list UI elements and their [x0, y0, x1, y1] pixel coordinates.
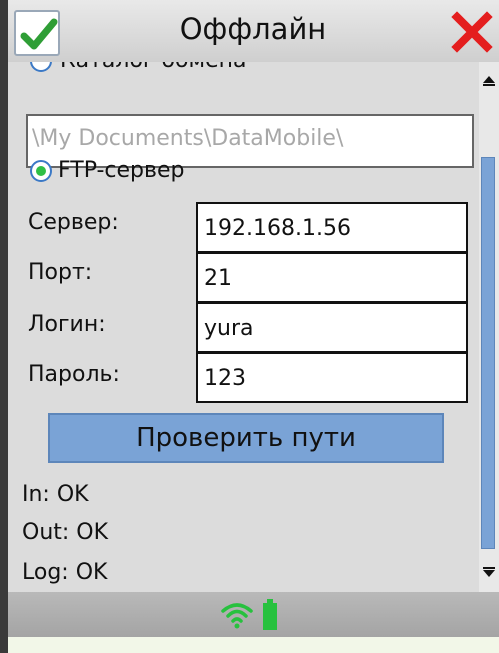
scroll-up-icon[interactable]: [481, 72, 497, 88]
server-input[interactable]: 192.168.1.56: [196, 202, 468, 253]
window-title: Оффлайн: [179, 12, 327, 46]
close-button[interactable]: [448, 8, 496, 56]
close-x-icon: [451, 11, 493, 53]
ok-button[interactable]: [14, 10, 60, 56]
login-label: Логин:: [28, 312, 106, 337]
wifi-icon: [221, 603, 253, 629]
window-left-edge: [0, 0, 8, 653]
settings-panel: Каталог обмена \My Documents\DataMobile\…: [8, 62, 479, 592]
check-paths-button[interactable]: Проверить пути: [48, 413, 444, 463]
password-input[interactable]: 123: [196, 352, 468, 403]
scrollbar-thumb[interactable]: [481, 157, 495, 549]
server-label: Сервер:: [28, 210, 119, 235]
ftp-option-label: FTP-сервер: [58, 158, 185, 183]
status-bar: [8, 592, 499, 637]
vertical-scrollbar[interactable]: [479, 62, 499, 592]
status-in: In: OK: [22, 482, 89, 507]
battery-icon: [263, 599, 277, 630]
checkmark-icon: [20, 18, 58, 50]
status-out: Out: OK: [22, 520, 109, 545]
title-bar: Оффлайн: [8, 0, 499, 62]
ftp-radio[interactable]: [30, 160, 52, 182]
catalog-radio[interactable]: [30, 62, 52, 72]
bottom-strip: [8, 637, 499, 653]
catalog-option-label: Каталог обмена: [60, 62, 247, 73]
port-label: Порт:: [28, 260, 93, 285]
password-label: Пароль:: [28, 362, 120, 387]
port-input[interactable]: 21: [196, 252, 468, 303]
app-window: Оффлайн Каталог обмена \My Documents\Dat…: [8, 0, 499, 653]
scroll-down-icon[interactable]: [481, 565, 497, 581]
login-input[interactable]: yura: [196, 302, 468, 353]
status-log: Log: OK: [22, 560, 108, 585]
